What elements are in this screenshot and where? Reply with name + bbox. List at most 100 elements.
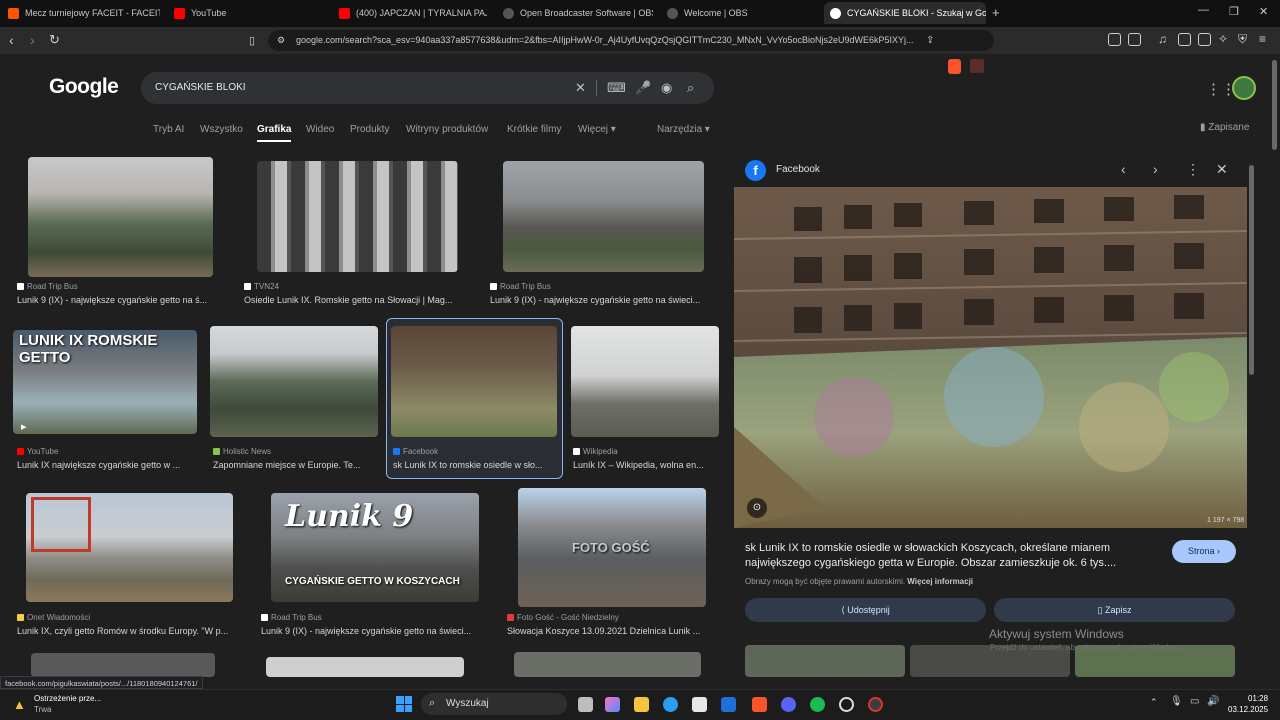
microsoft-store-icon[interactable] <box>692 697 707 712</box>
result-image[interactable] <box>26 493 233 602</box>
result-image[interactable] <box>503 161 704 272</box>
result-title[interactable]: Lunik 9 (IX) - największe cygańskie gett… <box>261 626 487 636</box>
previous-icon[interactable]: ‹ <box>1121 161 1126 177</box>
result-title[interactable]: sk Lunik IX to romskie osiedle w sło... <box>393 460 556 470</box>
share-icon[interactable]: ⇪ <box>926 35 934 46</box>
new-tab-button[interactable]: + <box>992 5 1000 20</box>
keyboard-icon[interactable]: ⌨ <box>607 80 626 96</box>
browser-tab-youtube-japczan[interactable]: (400) JAPCZAN | TYRALNIA PAJALO... <box>339 2 487 24</box>
start-button[interactable] <box>396 696 412 712</box>
browser-tab-faceit[interactable]: Mecz turniejowy FACEIT - FACEIT.com <box>8 2 160 24</box>
media-icon[interactable]: ♫ <box>1158 32 1167 46</box>
result-source[interactable]: Wikipedia <box>573 447 618 456</box>
next-icon[interactable]: › <box>1153 161 1158 177</box>
steam-icon[interactable] <box>868 697 883 712</box>
result-image[interactable] <box>210 326 378 437</box>
task-view-icon[interactable] <box>578 697 593 712</box>
forward-icon[interactable]: › <box>30 32 35 48</box>
result-source[interactable]: Road Trip Bus <box>261 613 322 622</box>
brave-rewards-icon[interactable] <box>970 59 984 73</box>
brave-icon[interactable] <box>752 697 767 712</box>
maximize-icon[interactable]: ❐ <box>1229 5 1239 18</box>
result-image[interactable] <box>571 326 719 437</box>
result-source[interactable]: TVN24 <box>244 282 279 291</box>
related-image[interactable] <box>745 645 905 677</box>
result-source[interactable]: Holistic News <box>213 447 271 456</box>
warning-icon[interactable]: ▲ <box>13 697 26 712</box>
leo-ai-icon[interactable]: ✧ <box>1218 32 1228 46</box>
mail-icon[interactable] <box>721 697 736 712</box>
tab-product-sites[interactable]: Witryny produktów <box>406 124 488 135</box>
clear-search-icon[interactable]: ✕ <box>575 80 586 96</box>
saved-button[interactable]: ▮ Zapisane <box>1200 122 1249 133</box>
tab-more[interactable]: Więcej ▾ <box>578 124 616 135</box>
preview-image[interactable] <box>733 187 1248 528</box>
copilot-icon[interactable] <box>605 697 620 712</box>
browser-tab-obs[interactable]: Open Broadcaster Software | OBS <box>503 2 653 24</box>
close-panel-icon[interactable]: ✕ <box>1216 161 1228 178</box>
file-explorer-icon[interactable] <box>634 697 649 712</box>
menu-icon[interactable]: ≡ <box>1259 32 1266 46</box>
tab-videos[interactable]: Wideo <box>306 124 334 135</box>
result-image[interactable] <box>514 652 701 677</box>
vpn-icon[interactable]: ⛨ <box>1238 32 1247 47</box>
sidebar-icon[interactable] <box>1178 33 1191 46</box>
result-source[interactable]: Facebook <box>393 447 438 456</box>
visit-page-button[interactable]: Strona › <box>1172 540 1236 563</box>
extensions-icon[interactable] <box>1108 33 1121 46</box>
save-button[interactable]: ▯ Zapisz <box>994 598 1235 622</box>
result-title[interactable]: Lunik IX największe cygańskie getto w ..… <box>17 460 197 470</box>
result-title[interactable]: Lunik IX, czyli getto Romów w środku Eur… <box>17 626 242 636</box>
result-title[interactable]: Luník IX – Wikipedia, wolna en... <box>573 460 718 470</box>
wallet-icon[interactable] <box>1198 33 1211 46</box>
result-title[interactable]: Słowacja Koszyce 13.09.2021 Dzielnica Lu… <box>507 626 717 636</box>
panel-scrollbar[interactable] <box>1249 165 1254 375</box>
spotify-icon[interactable] <box>810 697 825 712</box>
tab-images[interactable]: Grafika <box>257 124 291 135</box>
microphone-tray-icon[interactable]: 🎙 <box>1170 696 1183 707</box>
result-title[interactable]: Osiedle Lunik IX. Romskie getto na Słowa… <box>244 295 470 305</box>
taskbar-search[interactable]: Wyszukaj <box>421 693 567 715</box>
volume-icon[interactable]: 🔊 <box>1207 696 1219 707</box>
back-icon[interactable]: ‹ <box>9 32 14 48</box>
screenshot-icon[interactable] <box>1128 33 1141 46</box>
lens-icon[interactable]: ◉ <box>661 80 672 96</box>
panel-source-name[interactable]: Facebook <box>776 164 820 175</box>
edge-icon[interactable] <box>663 697 678 712</box>
search-icon[interactable]: ⌕ <box>687 80 694 96</box>
discord-icon[interactable] <box>781 697 796 712</box>
result-image[interactable] <box>257 161 458 272</box>
url-field[interactable]: google.com/search?sca_esv=940aa337a85776… <box>268 30 994 51</box>
tray-chevron-icon[interactable]: ⌃ <box>1150 697 1158 708</box>
bookmark-icon[interactable]: ▯ <box>249 34 255 47</box>
browser-tab-youtube[interactable]: YouTube <box>174 2 324 24</box>
result-source[interactable]: Foto Gość - Gość Niedzielny <box>507 613 619 622</box>
browser-tab-google-active[interactable]: CYGAŃSKIE BLOKI - Szukaj w Go...✕ <box>824 2 986 24</box>
result-image[interactable] <box>31 653 215 677</box>
obs-icon[interactable] <box>839 697 854 712</box>
tab-all[interactable]: Wszystko <box>200 124 243 135</box>
result-source[interactable]: Road Trip Bus <box>17 282 78 291</box>
result-image[interactable]: FOTO GOŚĆ <box>518 488 706 607</box>
taskbar-clock[interactable]: 01:28 03.12.2025 <box>1228 693 1268 715</box>
result-image[interactable] <box>266 657 464 677</box>
result-source[interactable]: Road Trip Bus <box>490 282 551 291</box>
more-info-link[interactable]: Więcej informacji <box>907 577 973 586</box>
result-title[interactable]: Lunik 9 (IX) - największe cygańskie gett… <box>17 295 225 305</box>
site-info-icon[interactable]: ⚙ <box>277 35 285 46</box>
microphone-icon[interactable]: 🎤 <box>635 80 651 96</box>
result-image[interactable] <box>28 157 213 277</box>
reload-icon[interactable]: ↻ <box>49 32 60 48</box>
brave-shield-icon[interactable] <box>948 59 961 74</box>
network-icon[interactable]: ▭ <box>1190 696 1199 707</box>
lens-search-icon[interactable]: ⊙ <box>747 498 767 518</box>
result-image[interactable] <box>391 326 557 437</box>
minimize-icon[interactable]: — <box>1198 4 1209 16</box>
tools-button[interactable]: Narzędzia ▾ <box>657 124 710 135</box>
tab-short-videos[interactable]: Krótkie filmy <box>507 124 561 135</box>
result-title[interactable]: Zapomniane miejsce w Europie. Te... <box>213 460 378 470</box>
result-title[interactable]: Lunik 9 (IX) - największe cygańskie gett… <box>490 295 716 305</box>
page-scrollbar[interactable] <box>1272 60 1277 150</box>
result-source[interactable]: Onet Wiadomości <box>17 613 90 622</box>
result-image[interactable]: Lunik 9 CYGAŃSKIE GETTO W KOSZYCACH <box>271 493 479 602</box>
